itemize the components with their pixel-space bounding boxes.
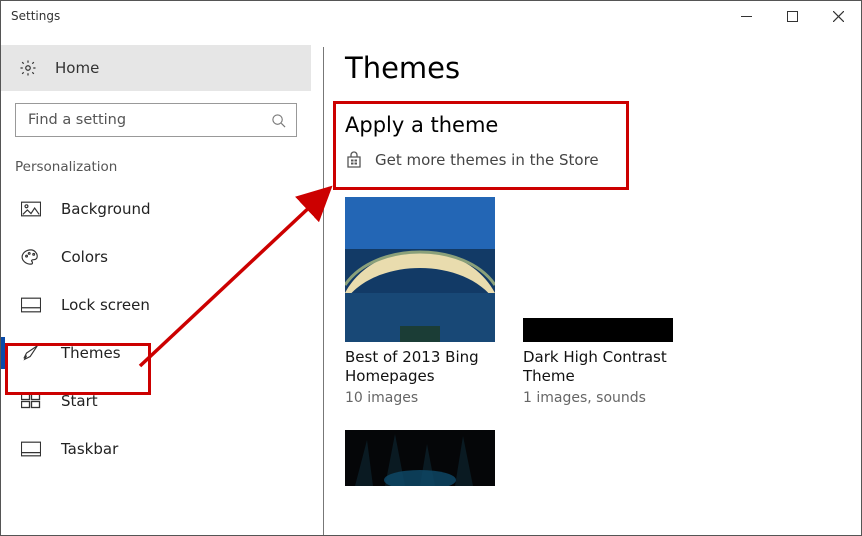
theme-item[interactable]: Best of 2013 Bing Homepages 10 images — [345, 197, 495, 406]
theme-name: Dark High Contrast Theme — [523, 348, 673, 386]
sidebar-item-label: Taskbar — [61, 440, 118, 458]
sidebar: Home Personalization Background Colors L… — [1, 31, 311, 535]
close-button[interactable] — [815, 1, 861, 31]
sidebar-item-lockscreen[interactable]: Lock screen — [1, 281, 311, 329]
store-link-text: Get more themes in the Store — [375, 151, 599, 169]
sidebar-item-label: Background — [61, 200, 151, 218]
vertical-divider — [323, 47, 324, 535]
home-label: Home — [55, 59, 99, 77]
gear-icon — [19, 59, 37, 77]
section-label: Personalization — [1, 159, 311, 175]
main-content: Themes Apply a theme Get more themes in … — [311, 31, 861, 535]
titlebar: Settings — [1, 1, 861, 31]
paintbrush-icon — [21, 345, 41, 361]
home-button[interactable]: Home — [1, 45, 311, 91]
theme-subtitle: 10 images — [345, 390, 495, 406]
picture-icon — [21, 201, 41, 217]
sidebar-item-start[interactable]: Start — [1, 377, 311, 425]
sidebar-item-label: Lock screen — [61, 296, 150, 314]
theme-name: Best of 2013 Bing Homepages — [345, 348, 495, 386]
window-title: Settings — [11, 9, 60, 23]
search-field[interactable] — [26, 111, 263, 129]
theme-subtitle: 1 images, sounds — [523, 390, 673, 406]
search-input[interactable] — [15, 103, 297, 137]
theme-item[interactable]: Dark High Contrast Theme 1 images, sound… — [523, 197, 673, 406]
start-icon — [21, 393, 41, 409]
sidebar-item-label: Themes — [61, 344, 121, 362]
sidebar-item-colors[interactable]: Colors — [1, 233, 311, 281]
sidebar-item-themes[interactable]: Themes — [1, 329, 311, 377]
sidebar-item-taskbar[interactable]: Taskbar — [1, 425, 311, 473]
maximize-button[interactable] — [769, 1, 815, 31]
store-icon — [345, 151, 363, 169]
sidebar-item-background[interactable]: Background — [1, 185, 311, 233]
store-link[interactable]: Get more themes in the Store — [345, 151, 835, 169]
page-title: Themes — [345, 51, 835, 85]
theme-thumbnail — [523, 197, 673, 342]
theme-thumbnail — [345, 197, 495, 342]
lockscreen-icon — [21, 297, 41, 313]
taskbar-icon — [21, 441, 41, 457]
minimize-button[interactable] — [723, 1, 769, 31]
palette-icon — [21, 249, 41, 265]
apply-theme-header: Apply a theme — [345, 113, 835, 137]
theme-thumbnail[interactable] — [345, 430, 495, 486]
sidebar-item-label: Start — [61, 392, 98, 410]
search-icon — [271, 113, 286, 128]
sidebar-item-label: Colors — [61, 248, 108, 266]
